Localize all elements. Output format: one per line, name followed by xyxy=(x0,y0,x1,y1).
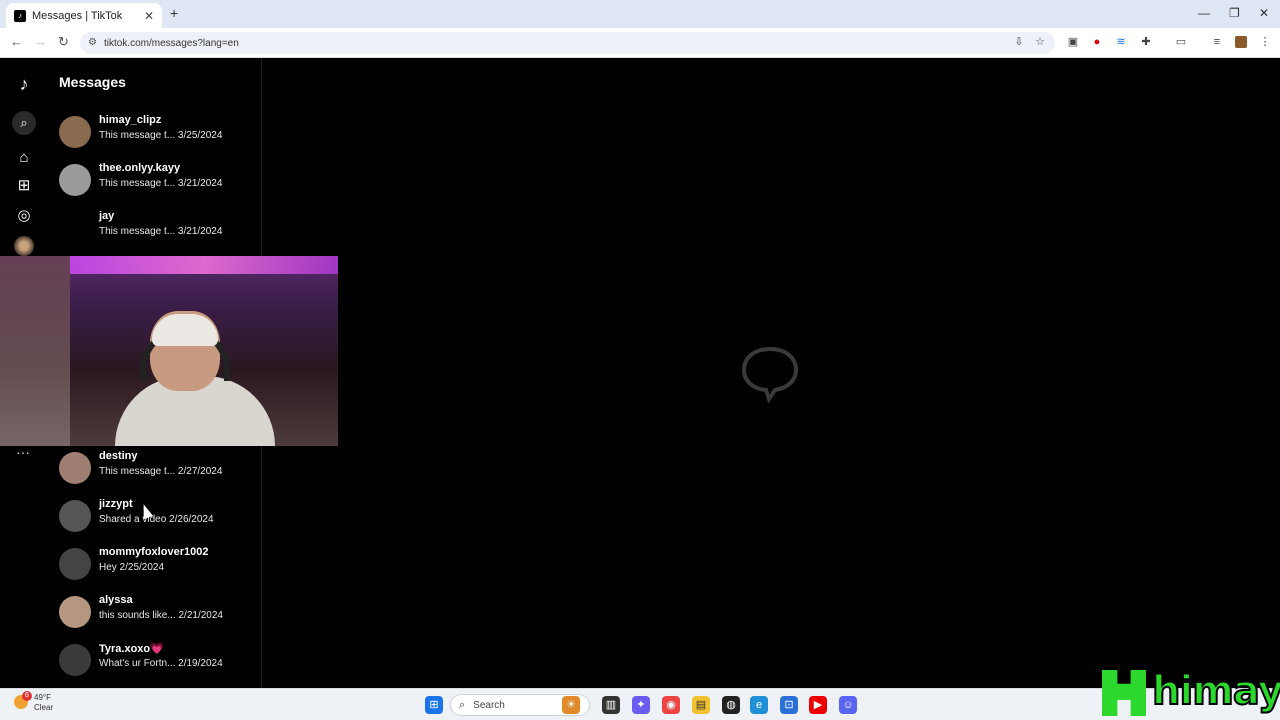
obs-icon[interactable]: ◍ xyxy=(722,696,740,714)
avatar xyxy=(59,164,91,196)
conversation-preview: This message t... 3/21/2024 xyxy=(99,178,223,189)
avatar xyxy=(59,452,91,484)
conversation-preview: this sounds like... 2/21/2024 xyxy=(99,610,223,621)
bookmark-star-icon[interactable]: ☆ xyxy=(1034,36,1046,48)
site-info-icon[interactable]: ⚙ xyxy=(88,37,97,48)
copilot-icon[interactable]: ✦ xyxy=(632,696,650,714)
tiktok-logo-icon[interactable]: ♪ xyxy=(14,74,34,94)
conversation-item[interactable]: thee.onlyy.kayy This message t... 3/21/2… xyxy=(59,162,259,202)
search-icon: ⌕ xyxy=(459,698,466,711)
conversation-preview: Hey 2/25/2024 xyxy=(99,562,165,573)
explore-compass-icon[interactable]: ◎ xyxy=(14,206,34,226)
menu-kebab-icon[interactable]: ⋮ xyxy=(1259,36,1271,48)
reload-icon[interactable]: ↻ xyxy=(58,34,69,50)
restore-icon[interactable]: ❐ xyxy=(1229,6,1240,20)
conversation-item[interactable]: jay This message t... 3/21/2024 xyxy=(59,210,259,250)
search-icon[interactable]: ⌕ xyxy=(12,111,36,135)
conversation-preview: Shared a video 2/26/2024 xyxy=(99,514,214,525)
windows-start-icon[interactable]: ⊞ xyxy=(425,696,443,714)
edge-icon[interactable]: e xyxy=(750,696,768,714)
conversation-preview: This message t... 2/27/2024 xyxy=(99,466,223,477)
conversation-preview: This message t... 3/25/2024 xyxy=(99,130,223,141)
avatar xyxy=(59,596,91,628)
close-window-icon[interactable]: ✕ xyxy=(1259,6,1269,20)
browser-toolbar: ← → ↻ ⚙ tiktok.com/messages?lang=en ⇩ ☆ … xyxy=(0,28,1280,58)
shop-bag-icon[interactable]: ⊞ xyxy=(14,176,34,196)
himay-logo: himay xyxy=(1100,667,1280,720)
tiktok-favicon-icon: ♪ xyxy=(14,9,26,22)
home-icon[interactable]: ⌂ xyxy=(14,148,34,168)
close-tab-icon[interactable]: ✕ xyxy=(144,9,154,23)
sidepanel-icon[interactable]: ▭ xyxy=(1175,36,1187,48)
widgets-icon[interactable]: ☀ xyxy=(562,696,580,714)
tab-title: Messages | TikTok xyxy=(32,9,123,22)
windows-taskbar: 6 49°F Clear ⊞ ⌕ Search ☀ ▥ ✦ ◉ ▤ ◍ e ⊡ … xyxy=(0,688,1280,720)
conversation-name: mommyfoxlover1002 xyxy=(99,546,209,558)
avatar xyxy=(59,116,91,148)
conversation-item[interactable]: alyssa this sounds like... 2/21/2024 xyxy=(59,594,259,634)
new-tab-button[interactable]: + xyxy=(170,5,178,21)
install-app-icon[interactable]: ⇩ xyxy=(1013,36,1025,48)
chat-bubble-icon xyxy=(741,346,799,403)
logo-text: himay xyxy=(1151,667,1280,715)
conversation-name: thee.onlyy.kayy xyxy=(99,162,181,174)
more-options-icon[interactable]: ··· xyxy=(16,444,30,460)
conversation-name: alyssa xyxy=(99,594,133,606)
conversation-name: jay xyxy=(99,210,115,222)
conversation-preview: What's ur Fortn... 2/19/2024 xyxy=(99,658,223,669)
forward-icon[interactable]: → xyxy=(34,34,47,49)
file-explorer-icon[interactable]: ▤ xyxy=(692,696,710,714)
webcam-background-wall xyxy=(0,256,70,446)
avatar xyxy=(59,548,91,580)
conversation-preview: This message t... 3/21/2024 xyxy=(99,226,223,237)
logo-mark-icon xyxy=(1102,670,1146,716)
minimize-icon[interactable]: — xyxy=(1198,6,1210,20)
audio-extension-icon[interactable]: ≋ xyxy=(1115,36,1127,48)
extensions-puzzle-icon[interactable]: ✚ xyxy=(1140,36,1152,48)
conversation-name: himay_clipz xyxy=(99,114,162,126)
conversation-item[interactable]: Tyra.xoxo💗 What's ur Fortn... 2/19/2024 xyxy=(59,642,259,682)
streamer-cap xyxy=(152,314,218,346)
youtube-icon[interactable]: ▶ xyxy=(809,696,827,714)
conversation-item[interactable]: destiny This message t... 2/27/2024 xyxy=(59,450,259,490)
avatar xyxy=(59,500,91,532)
conversation-item[interactable]: jizzypt Shared a video 2/26/2024 xyxy=(59,498,259,538)
conversation-name: Tyra.xoxo💗 xyxy=(99,643,164,655)
reading-list-icon[interactable]: ≡ xyxy=(1211,36,1223,48)
webcam-led-light xyxy=(70,256,338,274)
avatar xyxy=(59,644,91,676)
profile-avatar[interactable] xyxy=(14,236,34,256)
url-text: tiktok.com/messages?lang=en xyxy=(104,37,239,49)
task-view-icon[interactable]: ▥ xyxy=(602,696,620,714)
conversation-name: destiny xyxy=(99,450,138,462)
address-bar[interactable]: ⚙ tiktok.com/messages?lang=en xyxy=(80,32,1055,54)
weather-badge: 6 xyxy=(22,691,32,701)
page-title: Messages xyxy=(59,74,126,90)
extension-icon[interactable]: ▣ xyxy=(1067,36,1079,48)
weather-condition: Clear xyxy=(34,703,54,712)
conversation-item[interactable]: mommyfoxlover1002 Hey 2/25/2024 xyxy=(59,546,259,586)
back-icon[interactable]: ← xyxy=(10,34,23,49)
opera-extension-icon[interactable]: ● xyxy=(1091,36,1103,48)
conversation-name: jizzypt xyxy=(99,498,133,510)
weather-temp: 49°F xyxy=(34,693,51,702)
chrome-icon[interactable]: ◉ xyxy=(662,696,680,714)
browser-tab[interactable]: ♪ Messages | TikTok ✕ xyxy=(6,3,162,28)
store-icon[interactable]: ⊡ xyxy=(780,696,798,714)
webcam-overlay xyxy=(0,256,338,446)
conversation-item[interactable]: himay_clipz This message t... 3/25/2024 xyxy=(59,114,259,154)
discord-icon[interactable]: ☺ xyxy=(839,696,857,714)
avatar xyxy=(59,212,91,244)
profile-avatar[interactable] xyxy=(1235,36,1247,48)
browser-tab-bar: ♪ Messages | TikTok ✕ + — ❐ ✕ xyxy=(0,0,1280,28)
search-label: Search xyxy=(473,699,505,711)
